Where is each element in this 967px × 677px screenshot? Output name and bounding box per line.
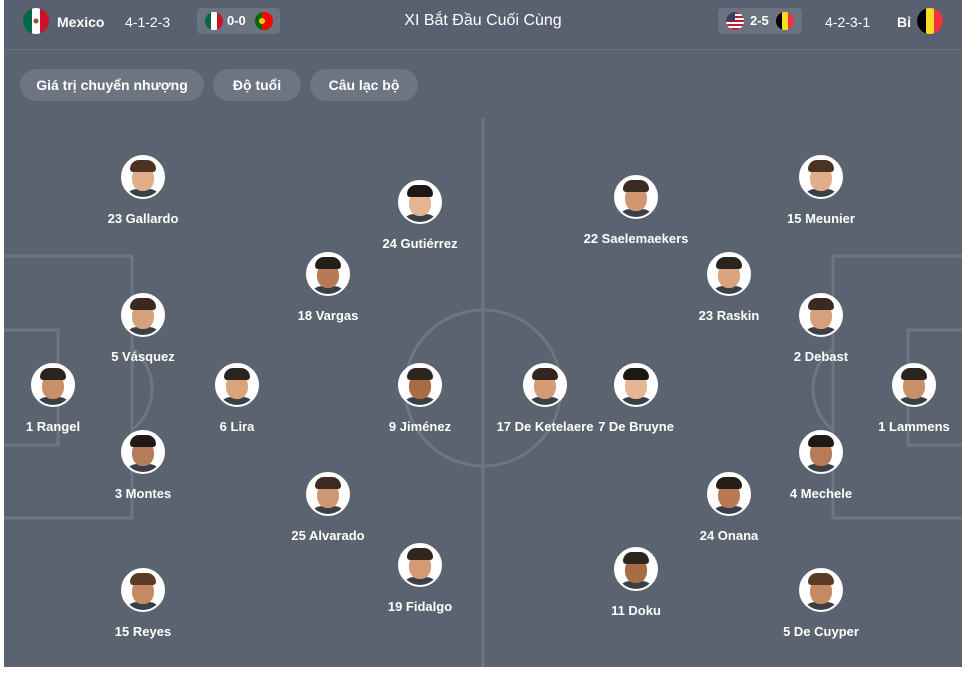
player-avatar: [398, 543, 442, 587]
player-avatar: [799, 293, 843, 337]
player-avatar: [614, 363, 658, 407]
player-avatar: [614, 547, 658, 591]
away-player[interactable]: 11 Doku: [576, 547, 696, 619]
filter-transfer-value-button[interactable]: Giá trị chuyển nhượng: [20, 69, 204, 101]
home-player[interactable]: 18 Vargas: [268, 252, 388, 324]
player-avatar: [121, 293, 165, 337]
belgium-flag-icon: [917, 8, 943, 34]
player-avatar: [799, 155, 843, 199]
player-avatar: [31, 363, 75, 407]
page-title: XI Bắt Đầu Cuối Cùng: [404, 12, 562, 29]
player-avatar: [707, 472, 751, 516]
player-name: 24 Onana: [699, 528, 759, 543]
player-avatar: [215, 363, 259, 407]
player-name: 2 Debast: [793, 349, 849, 364]
player-avatar: [121, 568, 165, 612]
player-avatar: [121, 430, 165, 474]
away-player[interactable]: 24 Onana: [669, 472, 789, 544]
away-player[interactable]: 23 Raskin: [669, 252, 789, 324]
home-player[interactable]: 6 Lira: [177, 363, 297, 435]
player-avatar: [707, 252, 751, 296]
player-name: 17 De Ketelaere: [496, 419, 594, 434]
home-player[interactable]: 24 Gutiérrez: [360, 180, 480, 252]
home-player[interactable]: 15 Reyes: [83, 568, 203, 640]
player-name: 15 Meunier: [787, 211, 855, 226]
player-name: 19 Fidalgo: [387, 599, 453, 614]
player-avatar: [614, 175, 658, 219]
player-avatar: [523, 363, 567, 407]
player-name: 18 Vargas: [297, 308, 359, 323]
home-player[interactable]: 25 Alvarado: [268, 472, 388, 544]
filter-age-button[interactable]: Độ tuổi: [213, 69, 301, 101]
usa-flag-icon: [726, 12, 744, 30]
player-avatar: [398, 363, 442, 407]
away-player[interactable]: 5 De Cuyper: [761, 568, 881, 640]
home-player[interactable]: 3 Montes: [83, 430, 203, 502]
player-avatar: [398, 180, 442, 224]
player-avatar: [892, 363, 936, 407]
player-name: 23 Gallardo: [107, 211, 179, 226]
away-formation: 4-2-3-1: [825, 14, 871, 30]
home-player[interactable]: 19 Fidalgo: [360, 543, 480, 615]
player-name: 25 Alvarado: [291, 528, 365, 543]
home-player[interactable]: 1 Rangel: [4, 363, 113, 435]
player-avatar: [306, 472, 350, 516]
player-avatar: [799, 430, 843, 474]
player-name: 3 Montes: [114, 486, 172, 501]
player-name: 23 Raskin: [698, 308, 760, 323]
lineup-header: Mexico 4-1-2-3 0-0 XI Bắt Đầu Cuối Cùng …: [4, 0, 962, 50]
away-player[interactable]: 15 Meunier: [761, 155, 881, 227]
filter-club-button[interactable]: Câu lạc bộ: [310, 69, 418, 101]
home-player[interactable]: 23 Gallardo: [83, 155, 203, 227]
away-last-score: 2-5: [750, 13, 769, 28]
player-name: 11 Doku: [611, 603, 661, 618]
belgium-flag-icon: [776, 12, 794, 30]
away-player[interactable]: 1 Lammens: [854, 363, 962, 435]
player-name: 22 Saelemaekers: [583, 231, 689, 246]
home-player[interactable]: 9 Jiménez: [360, 363, 480, 435]
player-name: 6 Lira: [219, 419, 255, 434]
away-player[interactable]: 22 Saelemaekers: [576, 175, 696, 247]
player-avatar: [121, 155, 165, 199]
player-avatar: [306, 252, 350, 296]
player-name: 15 Reyes: [114, 624, 172, 639]
player-name: 5 De Cuyper: [783, 624, 859, 639]
lineup-panel: Mexico 4-1-2-3 0-0 XI Bắt Đầu Cuối Cùng …: [4, 0, 962, 667]
player-avatar: [799, 568, 843, 612]
player-name: 9 Jiménez: [388, 419, 452, 434]
player-name: 24 Gutiérrez: [382, 236, 458, 251]
home-player[interactable]: 5 Vásquez: [83, 293, 203, 365]
away-player[interactable]: 17 De Ketelaere: [485, 363, 605, 435]
away-team-name: Bỉ: [897, 14, 911, 30]
